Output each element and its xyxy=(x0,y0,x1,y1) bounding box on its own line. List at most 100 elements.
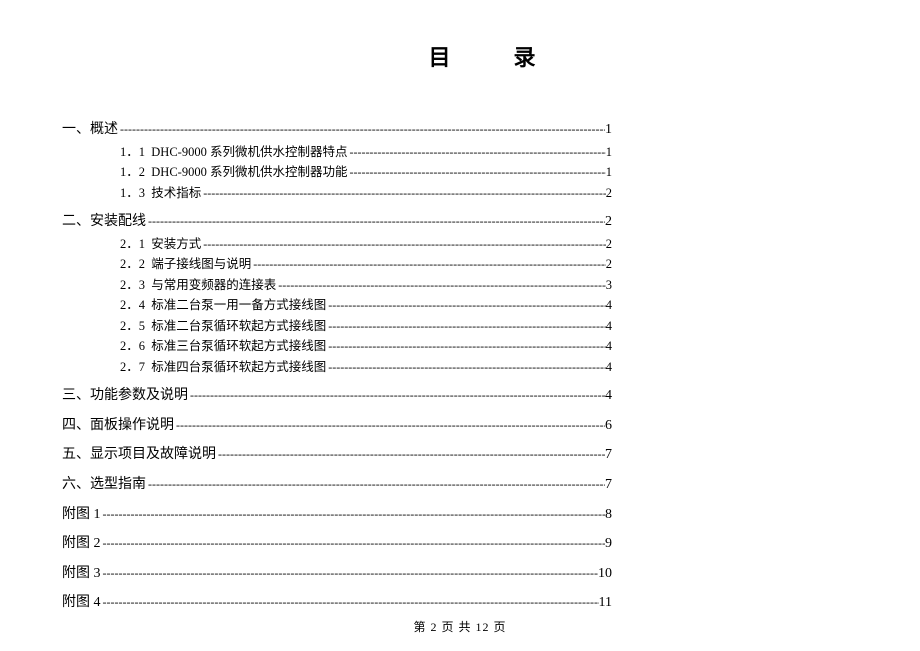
footer-total-pages: 12 xyxy=(476,620,490,634)
toc-label: 端子接线图与说明 xyxy=(151,256,251,274)
toc-label: 附图 1 xyxy=(62,505,101,525)
toc-leader xyxy=(326,318,605,335)
toc-label: 选型指南 xyxy=(90,475,146,495)
toc-page: 9 xyxy=(605,534,612,554)
toc-label: 标准三台泵循环软起方式接线图 xyxy=(151,338,326,356)
toc-page: 4 xyxy=(606,359,612,377)
page-title: 目 录 xyxy=(62,40,858,72)
toc-label: 功能参数及说明 xyxy=(90,386,188,406)
toc-page: 7 xyxy=(605,445,612,465)
toc-label: 标准四台泵循环软起方式接线图 xyxy=(151,359,326,377)
toc-label: 标准二台泵一用一备方式接线图 xyxy=(151,297,326,315)
toc-row: 2．6 标准三台泵循环软起方式接线图 4 xyxy=(62,338,612,356)
toc-label: DHC-9000 系列微机供水控制器特点 xyxy=(151,144,347,162)
toc-row: 1．2 DHC-9000 系列微机供水控制器功能 1 xyxy=(62,164,612,182)
toc-num: 1．2 xyxy=(120,164,145,182)
toc-section-6: 六、 选型指南 7 xyxy=(62,475,612,495)
toc-row: 2．4 标准二台泵一用一备方式接线图 4 xyxy=(62,297,612,315)
toc-leader xyxy=(326,297,605,314)
toc-label: 技术指标 xyxy=(151,185,201,203)
toc-leader xyxy=(101,506,606,523)
toc-page: 2 xyxy=(606,256,612,274)
toc-appendix-3: 附图 3 10 xyxy=(62,564,612,584)
toc-num: 1．1 xyxy=(120,144,145,162)
toc-leader xyxy=(347,144,605,161)
toc-page: 3 xyxy=(606,277,612,295)
toc-num: 2．5 xyxy=(120,318,145,336)
toc-page: 11 xyxy=(599,593,612,613)
table-of-contents: 一、 概述 1 1．1 DHC-9000 系列微机供水控制器特点 1 1．2 D… xyxy=(62,120,612,613)
toc-leader xyxy=(101,594,599,611)
toc-appendix-1: 附图 1 8 xyxy=(62,505,612,525)
toc-page: 8 xyxy=(605,505,612,525)
toc-num: 2．1 xyxy=(120,236,145,254)
toc-section-5: 五、 显示项目及故障说明 7 xyxy=(62,445,612,465)
toc-num: 二、 xyxy=(62,212,90,232)
toc-page: 1 xyxy=(605,120,612,140)
toc-num: 五、 xyxy=(62,445,90,465)
footer-current-page: 2 xyxy=(430,620,437,634)
toc-leader xyxy=(118,121,605,138)
toc-leader xyxy=(326,338,605,355)
toc-label: 安装配线 xyxy=(90,212,146,232)
toc-appendix-4: 附图 4 11 xyxy=(62,593,612,613)
toc-section-3: 三、 功能参数及说明 4 xyxy=(62,386,612,406)
toc-label: 附图 4 xyxy=(62,593,101,613)
toc-leader xyxy=(101,535,606,552)
toc-appendix-2: 附图 2 9 xyxy=(62,534,612,554)
toc-row: 1．1 DHC-9000 系列微机供水控制器特点 1 xyxy=(62,144,612,162)
toc-leader xyxy=(188,387,605,404)
toc-page: 4 xyxy=(605,386,612,406)
toc-leader xyxy=(101,565,599,582)
footer-prefix: 第 xyxy=(413,620,426,634)
page-footer: 第 2 页 共 12 页 xyxy=(0,618,920,635)
toc-row: 1．3 技术指标 2 xyxy=(62,185,612,203)
toc-num: 2．6 xyxy=(120,338,145,356)
toc-num: 三、 xyxy=(62,386,90,406)
toc-num: 2．3 xyxy=(120,277,145,295)
footer-suffix: 页 xyxy=(494,620,507,634)
toc-num: 一、 xyxy=(62,120,90,140)
toc-page: 4 xyxy=(606,297,612,315)
toc-page: 10 xyxy=(598,564,612,584)
toc-num: 四、 xyxy=(62,416,90,436)
toc-leader xyxy=(347,164,605,181)
toc-label: 显示项目及故障说明 xyxy=(90,445,216,465)
toc-page: 4 xyxy=(606,338,612,356)
toc-page: 4 xyxy=(606,318,612,336)
toc-row: 2．1 安装方式 2 xyxy=(62,236,612,254)
toc-row: 2．2 端子接线图与说明 2 xyxy=(62,256,612,274)
toc-row: 2．5 标准二台泵循环软起方式接线图 4 xyxy=(62,318,612,336)
toc-num: 2．7 xyxy=(120,359,145,377)
toc-section-1: 一、 概述 1 xyxy=(62,120,612,140)
footer-mid: 页 共 xyxy=(441,620,471,634)
toc-page: 2 xyxy=(606,185,612,203)
toc-page: 2 xyxy=(606,236,612,254)
toc-label: 与常用变频器的连接表 xyxy=(151,277,276,295)
toc-leader xyxy=(146,213,605,230)
toc-num: 六、 xyxy=(62,475,90,495)
toc-leader xyxy=(276,277,605,294)
toc-label: 附图 2 xyxy=(62,534,101,554)
toc-leader xyxy=(174,417,605,434)
toc-label: 附图 3 xyxy=(62,564,101,584)
toc-leader xyxy=(216,446,605,463)
toc-label: 安装方式 xyxy=(151,236,201,254)
toc-page: 1 xyxy=(606,144,612,162)
toc-leader xyxy=(326,359,605,376)
title-char-1: 目 xyxy=(428,40,452,72)
toc-section-2: 二、 安装配线 2 xyxy=(62,212,612,232)
toc-page: 7 xyxy=(605,475,612,495)
toc-leader xyxy=(201,185,605,202)
toc-page: 1 xyxy=(606,164,612,182)
toc-label: 概述 xyxy=(90,120,118,140)
toc-leader xyxy=(146,476,605,493)
title-char-2: 录 xyxy=(514,40,538,72)
toc-page: 6 xyxy=(605,416,612,436)
toc-section-4: 四、 面板操作说明 6 xyxy=(62,416,612,436)
toc-row: 2．7 标准四台泵循环软起方式接线图 4 xyxy=(62,359,612,377)
toc-label: 面板操作说明 xyxy=(90,416,174,436)
toc-page: 2 xyxy=(605,212,612,232)
toc-leader xyxy=(251,256,605,273)
toc-leader xyxy=(201,236,605,253)
